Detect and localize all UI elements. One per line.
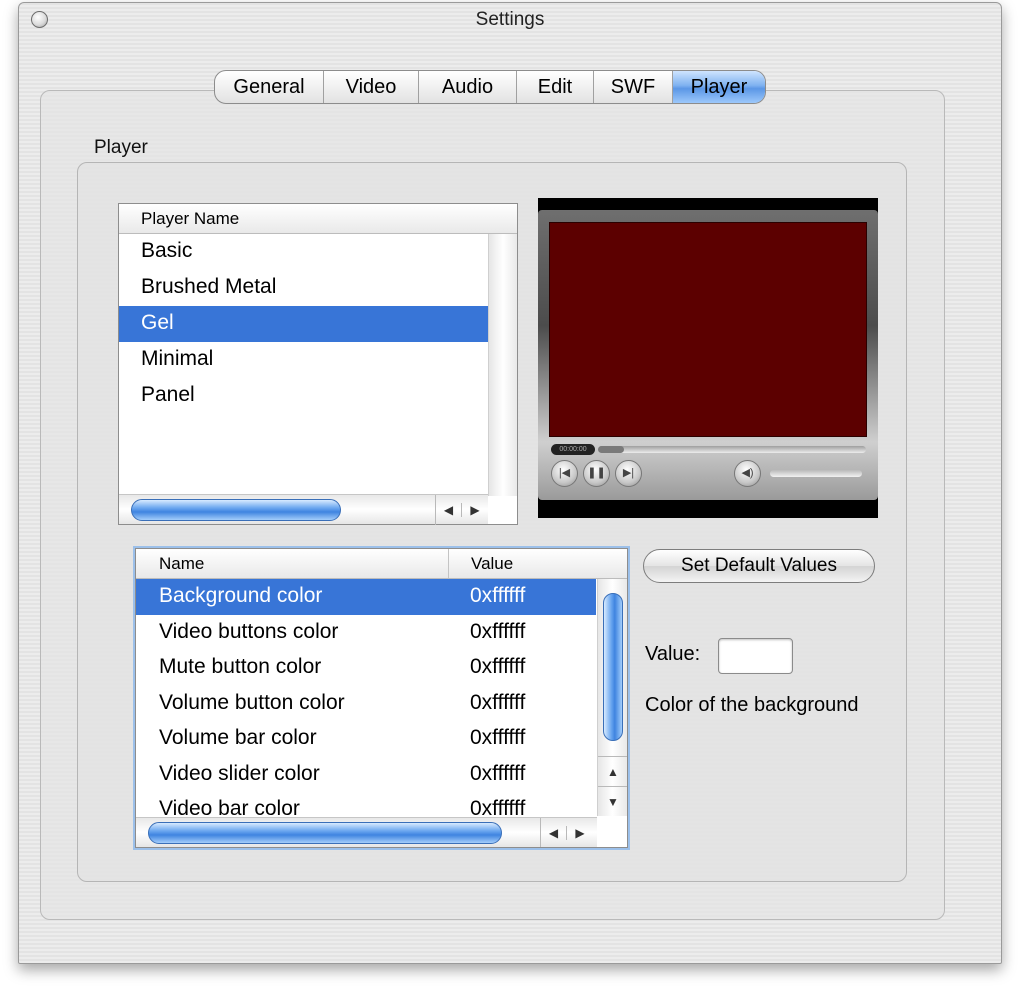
property-value: 0xffffff — [470, 619, 526, 643]
value-color-swatch[interactable] — [718, 638, 793, 674]
scroll-thumb[interactable] — [148, 822, 502, 844]
scroll-right-icon[interactable]: ▶ — [567, 826, 593, 840]
scroll-thumb[interactable] — [603, 593, 623, 741]
column-header-player-name[interactable]: Player Name — [119, 204, 239, 233]
vertical-scroll-arrows: ▲ ▼ — [598, 756, 627, 816]
player-list[interactable]: Player Name Basic Brushed Metal Gel Mini… — [118, 203, 518, 525]
property-name: Volume button color — [159, 690, 345, 714]
column-header-name[interactable]: Name — [136, 549, 449, 578]
tab-video[interactable]: Video — [324, 71, 419, 103]
property-name: Background color — [159, 584, 323, 607]
tab-player[interactable]: Player — [673, 71, 765, 103]
scroll-left-icon[interactable]: ◀ — [541, 826, 567, 840]
tab-swf[interactable]: SWF — [594, 71, 673, 103]
scroll-up-icon[interactable]: ▲ — [598, 756, 627, 786]
list-item-selected[interactable]: Gel — [119, 306, 489, 342]
table-row-selected[interactable]: Background color 0xffffff — [136, 579, 596, 615]
table-row[interactable]: Volume bar color 0xffffff — [136, 721, 596, 757]
video-area — [549, 222, 867, 437]
list-item[interactable]: Minimal — [119, 342, 489, 378]
value-label: Value: — [645, 643, 701, 665]
property-value: 0xffffff — [470, 690, 526, 714]
tab-bar: General Video Audio Edit SWF Player — [214, 70, 766, 104]
property-name: Video slider color — [159, 761, 320, 785]
list-item[interactable]: Basic — [119, 234, 489, 270]
table-row[interactable]: Video buttons color 0xffffff — [136, 615, 596, 651]
table-row[interactable]: Mute button color 0xffffff — [136, 650, 596, 686]
property-value: 0xffffff — [470, 761, 526, 785]
list-item[interactable]: Panel — [119, 378, 489, 414]
property-value: 0xffffff — [470, 584, 526, 607]
property-description: Color of the background — [645, 694, 859, 716]
group-label: Player — [94, 137, 148, 158]
scroll-thumb[interactable] — [131, 499, 341, 521]
scroll-arrows: ◀ ▶ — [540, 818, 593, 847]
scroll-left-icon[interactable]: ◀ — [436, 503, 462, 517]
rewind-icon[interactable]: |◀ — [551, 460, 578, 487]
window-title: Settings — [475, 9, 545, 30]
player-preview: 00:00:00 |◀ ❚❚ ▶| ◀) — [538, 198, 878, 518]
horizontal-scrollbar[interactable]: ◀ ▶ — [119, 494, 488, 525]
forward-icon[interactable]: ▶| — [615, 460, 642, 487]
volume-icon[interactable]: ◀) — [734, 460, 761, 487]
horizontal-scrollbar[interactable]: ◀ ▶ — [136, 817, 597, 847]
property-name: Volume bar color — [159, 726, 317, 749]
property-name: Video buttons color — [159, 619, 339, 643]
time-readout: 00:00:00 — [551, 444, 595, 455]
volume-bar[interactable] — [770, 470, 862, 477]
video-slider-fill — [598, 446, 624, 453]
property-value: 0xffffff — [470, 655, 526, 678]
table-row[interactable]: Volume button color 0xffffff — [136, 686, 596, 722]
column-header-value[interactable]: Value — [449, 549, 513, 578]
properties-table[interactable]: Name Value Background color 0xffffff Vid… — [135, 548, 628, 848]
player-skin: 00:00:00 |◀ ❚❚ ▶| ◀) — [538, 210, 878, 500]
video-slider[interactable] — [598, 446, 866, 453]
tab-edit[interactable]: Edit — [517, 71, 594, 103]
properties-table-header: Name Value — [136, 549, 627, 579]
list-item[interactable]: Brushed Metal — [119, 270, 489, 306]
table-row[interactable]: Video slider color 0xffffff — [136, 757, 596, 793]
player-list-header[interactable]: Player Name — [119, 204, 517, 234]
scroll-right-icon[interactable]: ▶ — [462, 503, 488, 517]
vertical-scrollbar[interactable]: ▲ ▼ — [597, 579, 627, 816]
vertical-scrollbar[interactable] — [488, 234, 517, 496]
tab-general[interactable]: General — [215, 71, 324, 103]
set-default-values-button[interactable]: Set Default Values — [643, 549, 875, 583]
property-name: Mute button color — [159, 655, 322, 678]
tab-audio[interactable]: Audio — [419, 71, 517, 103]
title-bar[interactable]: Settings — [19, 3, 1001, 33]
property-value: 0xffffff — [470, 726, 526, 749]
scroll-arrows: ◀ ▶ — [435, 495, 488, 525]
scroll-down-icon[interactable]: ▼ — [598, 786, 627, 816]
pause-icon[interactable]: ❚❚ — [583, 460, 610, 487]
